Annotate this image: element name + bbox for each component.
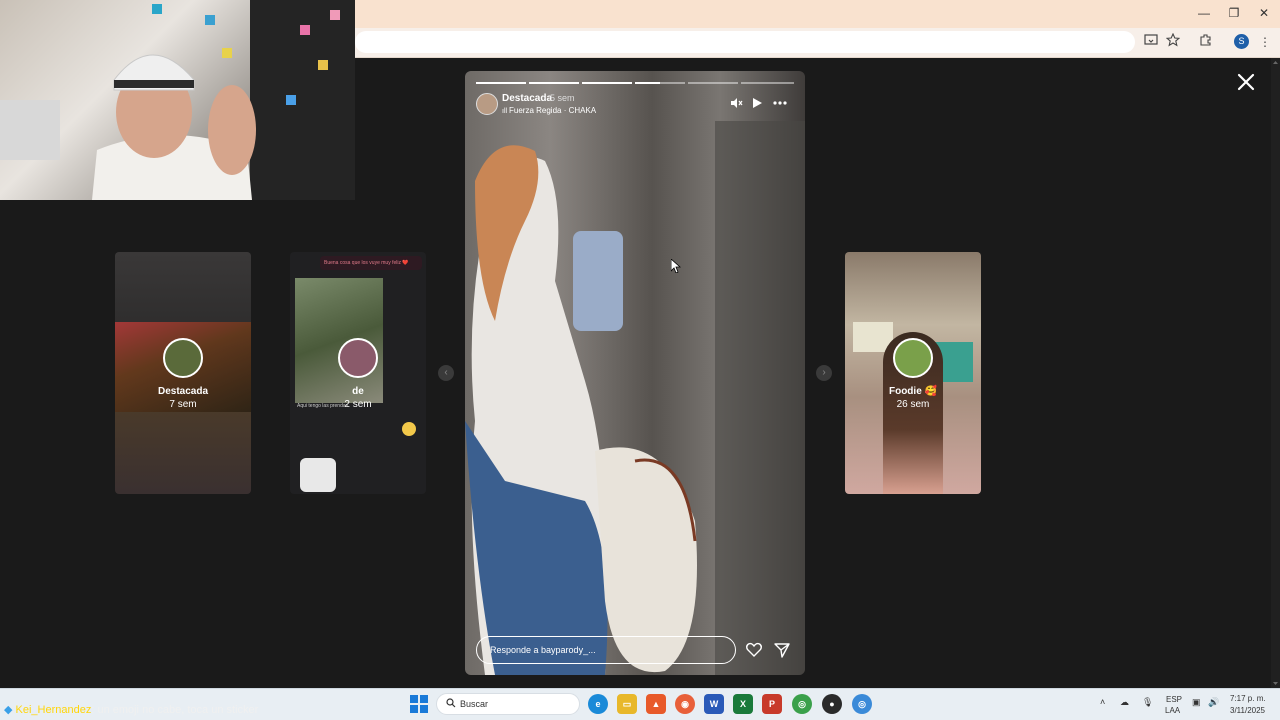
scrollbar[interactable] bbox=[1271, 58, 1280, 688]
emoji-sticker bbox=[402, 422, 416, 436]
story-user-avatar[interactable] bbox=[476, 93, 498, 115]
story-image bbox=[465, 121, 805, 675]
prev-story-button[interactable]: ‹ bbox=[438, 365, 454, 381]
search-label: Buscar bbox=[460, 699, 489, 709]
story-card-time: 26 sem bbox=[896, 399, 930, 410]
close-viewer-icon[interactable] bbox=[1234, 70, 1258, 94]
progress-segment bbox=[529, 82, 579, 84]
address-bar[interactable] bbox=[355, 31, 1135, 53]
cat-sticker bbox=[300, 458, 336, 492]
volume-icon[interactable]: 🔊 bbox=[1208, 697, 1219, 708]
music-bars-icon: ıll bbox=[502, 108, 509, 115]
stream-chat-message: ◆ Kei_Hernandez: un emoji no cabe, toca … bbox=[4, 703, 258, 716]
play-icon[interactable] bbox=[749, 96, 765, 112]
keyboard-layout[interactable]: LAA bbox=[1165, 706, 1180, 715]
file-explorer-icon[interactable]: ▭ bbox=[617, 694, 637, 714]
main-story[interactable]: Destacada 5 sem ıll Fuerza Regida · CHAK… bbox=[465, 71, 805, 675]
story-card-title: Destacada bbox=[157, 386, 209, 397]
onedrive-icon[interactable]: ☁ bbox=[1120, 697, 1129, 708]
story-caption: Aqui tengo las prendas bbox=[297, 403, 349, 409]
search-icon bbox=[446, 698, 456, 708]
cast-icon[interactable] bbox=[1142, 33, 1160, 51]
language-indicator[interactable]: ESP bbox=[1166, 695, 1182, 704]
profile-avatar[interactable]: S bbox=[1234, 34, 1249, 49]
story-card-foodie[interactable]: Foodie 🥰 26 sem bbox=[845, 252, 981, 494]
story-avatar bbox=[163, 338, 203, 378]
close-window-button[interactable]: ✕ bbox=[1253, 4, 1275, 22]
chrome-icon[interactable]: ◎ bbox=[792, 694, 812, 714]
sticky-note bbox=[330, 10, 340, 20]
powerpoint-icon[interactable]: P bbox=[762, 694, 782, 714]
story-card-destacada[interactable]: Destacada 7 sem bbox=[115, 252, 251, 494]
sticky-note bbox=[152, 4, 162, 14]
clock-time[interactable]: 7:17 p. m. bbox=[1230, 694, 1266, 703]
menu-icon[interactable]: ⋮ bbox=[1256, 33, 1274, 51]
send-icon[interactable] bbox=[773, 641, 791, 659]
story-card-de[interactable]: Buena cosa que los vuye muy feliz ❤️ de … bbox=[290, 252, 426, 494]
story-avatar bbox=[338, 338, 378, 378]
taskbar-search[interactable] bbox=[436, 693, 580, 715]
extensions-icon[interactable] bbox=[1197, 33, 1215, 51]
clock-date[interactable]: 3/11/2025 bbox=[1230, 706, 1265, 715]
show-hidden-icons-icon[interactable]: ˄ bbox=[1100, 697, 1105, 707]
sticky-note bbox=[300, 25, 310, 35]
progress-segment bbox=[582, 82, 632, 84]
restore-button[interactable]: ❐ bbox=[1223, 4, 1245, 22]
excel-icon[interactable]: X bbox=[733, 694, 753, 714]
next-story-button[interactable]: › bbox=[816, 365, 832, 381]
chat-badge-icon: ◆ bbox=[4, 704, 16, 716]
story-username[interactable]: Destacada bbox=[502, 93, 552, 104]
network-icon[interactable]: ▣ bbox=[1192, 697, 1201, 708]
chat-username: Kei_Hernandez bbox=[15, 704, 92, 716]
bookmark-star-icon[interactable] bbox=[1164, 32, 1182, 51]
microphone-icon[interactable]: 🎙 bbox=[1142, 697, 1153, 708]
brave-icon[interactable]: ▲ bbox=[646, 694, 666, 714]
reply-input[interactable]: Responde a bayparody_... bbox=[476, 636, 736, 664]
mouse-cursor-icon bbox=[671, 259, 681, 273]
story-card-time: 7 sem bbox=[169, 399, 197, 410]
story-timestamp: 5 sem bbox=[550, 93, 575, 103]
windows-start-icon[interactable] bbox=[410, 695, 428, 713]
obs-icon[interactable]: ● bbox=[822, 694, 842, 714]
sticky-note bbox=[205, 15, 215, 25]
heart-icon[interactable] bbox=[745, 641, 763, 659]
story-avatar bbox=[893, 338, 933, 378]
word-icon[interactable]: W bbox=[704, 694, 724, 714]
streamer bbox=[92, 54, 256, 200]
webcam-overlay bbox=[0, 0, 355, 200]
story-card-title: Foodie 🥰 bbox=[888, 386, 937, 397]
chat-bubble: Buena cosa que los vuye muy feliz ❤️ bbox=[320, 256, 422, 270]
edge-icon[interactable]: e bbox=[588, 694, 608, 714]
progress-segment bbox=[741, 82, 794, 84]
story-song-label: Fuerza Regida · CHAKA bbox=[509, 106, 597, 115]
story-song[interactable]: ıll Fuerza Regida · CHAKA bbox=[502, 106, 596, 115]
bed bbox=[0, 100, 60, 160]
progress-segment bbox=[476, 82, 526, 84]
more-options-icon[interactable] bbox=[772, 96, 788, 112]
firefox-icon[interactable]: ◉ bbox=[675, 694, 695, 714]
mute-icon[interactable] bbox=[728, 96, 744, 112]
progress-segment bbox=[688, 82, 738, 84]
sticky-note bbox=[318, 60, 328, 70]
minimize-button[interactable]: — bbox=[1193, 4, 1215, 22]
progress-segment bbox=[635, 82, 685, 84]
photo-thumbnail bbox=[295, 278, 383, 403]
chrome-profile-icon[interactable]: ◎ bbox=[852, 694, 872, 714]
sticky-note bbox=[286, 95, 296, 105]
story-card-title: de bbox=[352, 386, 364, 397]
chat-text: : un emoji no cabe, toca un sticker bbox=[91, 704, 259, 716]
